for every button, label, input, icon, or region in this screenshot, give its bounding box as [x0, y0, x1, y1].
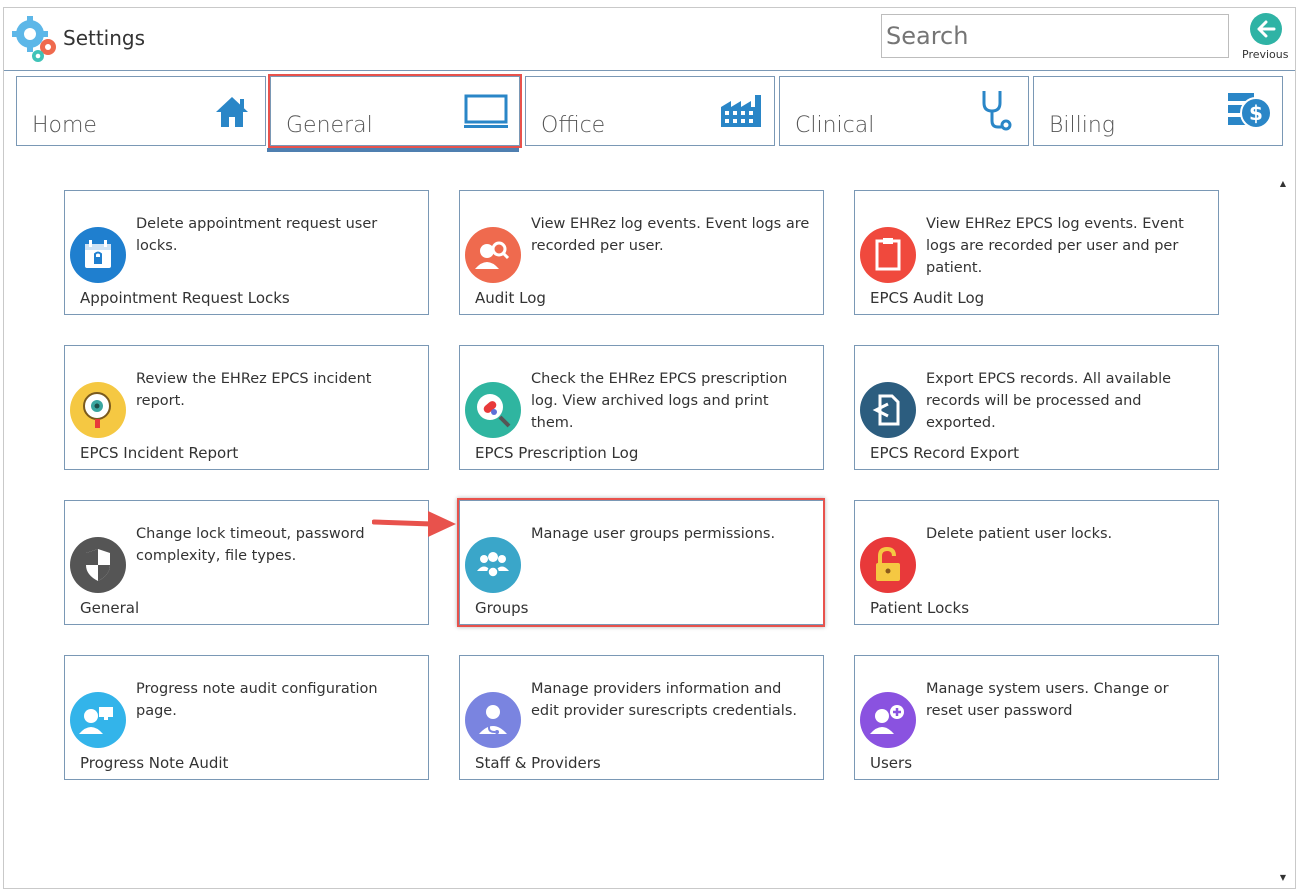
scroll-down-button[interactable]: ▼: [1277, 872, 1289, 884]
svg-text:$: $: [1249, 101, 1263, 125]
stethoscope-icon: [982, 91, 1012, 131]
title-bar: Settings Previous: [4, 8, 1295, 71]
annotation-arrow-icon: [372, 511, 456, 537]
card-epcs-incident-report[interactable]: Review the EHRez EPCS incident report. E…: [64, 345, 429, 470]
card-title: EPCS Prescription Log: [475, 444, 639, 462]
back-arrow-icon[interactable]: [1250, 13, 1282, 45]
card-title: Progress Note Audit: [80, 754, 229, 772]
card-title: EPCS Incident Report: [80, 444, 239, 462]
gears-icon: [12, 16, 56, 62]
card-title: Staff & Providers: [475, 754, 601, 772]
export-file-icon: [860, 382, 916, 438]
card-title: Users: [870, 754, 913, 772]
card-description: Manage providers information and edit pr…: [531, 681, 797, 719]
calendar-lock-icon: [70, 227, 126, 283]
card-title: EPCS Record Export: [870, 444, 1019, 462]
user-search-icon: [465, 227, 521, 283]
card-description: View EHRez EPCS log events. Event logs a…: [926, 216, 1184, 276]
card-title: General: [80, 599, 140, 617]
tab-selected-indicator: [267, 148, 519, 152]
tab-label: General: [286, 113, 373, 138]
card-description: Review the EHRez EPCS incident report.: [136, 371, 372, 409]
card-description: Delete patient user locks.: [926, 526, 1113, 542]
card-users[interactable]: Manage system users. Change or reset use…: [854, 655, 1219, 780]
previous-button-label[interactable]: Previous: [1242, 48, 1289, 61]
user-add-icon: [860, 692, 916, 748]
user-monitor-icon: [70, 692, 126, 748]
tab-clinical[interactable]: Clinical: [779, 76, 1029, 146]
card-staff-providers[interactable]: Manage providers information and edit pr…: [459, 655, 824, 780]
magnifier-eye-icon: [70, 382, 126, 438]
card-epcs-prescription-log[interactable]: Check the EHRez EPCS prescription log. V…: [459, 345, 824, 470]
card-title: EPCS Audit Log: [870, 289, 985, 307]
shield-icon: [70, 537, 126, 593]
card-title: Appointment Request Locks: [80, 289, 290, 307]
tab-label: Office: [541, 113, 606, 138]
clipboard-icon: [860, 227, 916, 283]
card-appointment-request-locks[interactable]: Delete appointment request user locks. A…: [64, 190, 429, 315]
pill-search-icon: [465, 382, 521, 438]
tab-label: Home: [32, 113, 97, 138]
building-icon: [721, 95, 761, 127]
tab-billing[interactable]: Billing $: [1033, 76, 1283, 146]
card-description: Delete appointment request user locks.: [136, 216, 378, 254]
app-title: Settings: [63, 26, 146, 50]
groups-highlight-box: [457, 498, 825, 627]
padlock-icon: [860, 537, 916, 593]
card-description: View EHRez log events. Event logs are re…: [531, 216, 810, 254]
scroll-up-button[interactable]: ▲: [1277, 178, 1289, 190]
search-input[interactable]: [881, 14, 1229, 58]
card-epcs-audit-log[interactable]: View EHRez EPCS log events. Event logs a…: [854, 190, 1219, 315]
tab-office[interactable]: Office: [525, 76, 775, 146]
tab-label: Billing: [1049, 113, 1115, 138]
card-title: Patient Locks: [870, 599, 970, 617]
card-description: Progress note audit configuration page.: [136, 681, 378, 719]
tab-label: Clinical: [795, 113, 875, 138]
card-description: Manage system users. Change or reset use…: [926, 681, 1169, 719]
home-icon: [216, 97, 248, 127]
card-audit-log[interactable]: View EHRez log events. Event logs are re…: [459, 190, 824, 315]
tab-home[interactable]: Home: [16, 76, 266, 146]
tab-general[interactable]: General: [270, 76, 520, 146]
card-description: Export EPCS records. All available recor…: [926, 371, 1172, 431]
monitor-icon: [464, 94, 508, 128]
card-patient-locks[interactable]: Delete patient user locks. Patient Locks: [854, 500, 1219, 625]
doctor-icon: [465, 692, 521, 748]
card-epcs-record-export[interactable]: Export EPCS records. All available recor…: [854, 345, 1219, 470]
card-progress-note-audit[interactable]: Progress note audit configuration page. …: [64, 655, 429, 780]
card-title: Audit Log: [475, 289, 546, 307]
card-description: Check the EHRez EPCS prescription log. V…: [531, 371, 788, 431]
billing-icon: $: [1228, 93, 1272, 129]
